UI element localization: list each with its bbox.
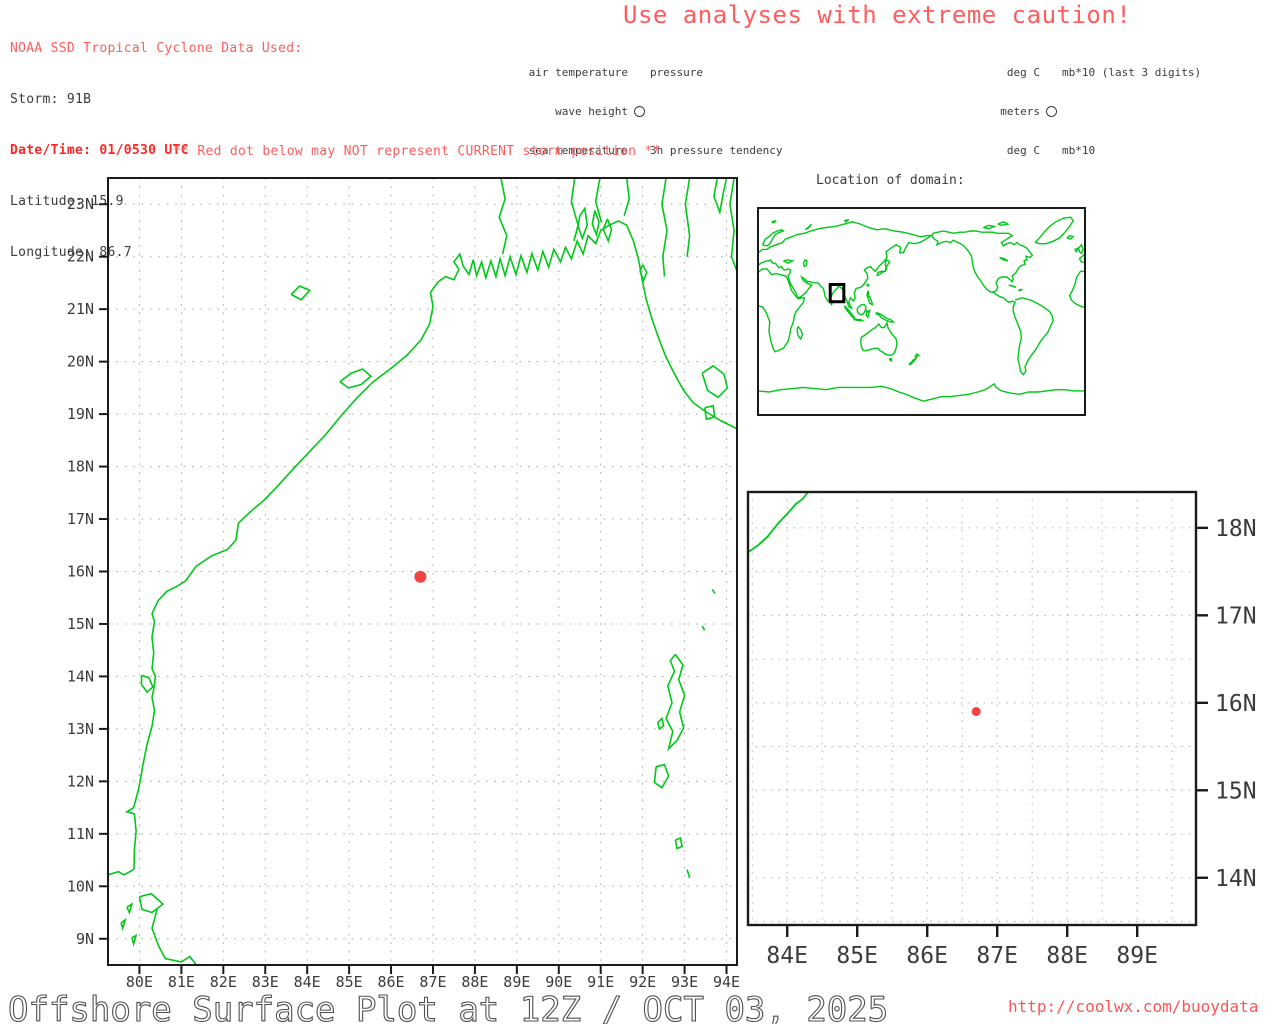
main-map-lat-tick-label: 12N bbox=[67, 772, 94, 790]
main-map-lon-tick-label: 90E bbox=[545, 973, 572, 991]
storm-dot-zoom bbox=[971, 707, 981, 717]
zoom-map-lon-tick-label: 86E bbox=[906, 943, 948, 969]
plot-title: Offshore Surface Plot at 12Z / OCT 03, 2… bbox=[7, 989, 889, 1024]
main-map-lon-tick-label: 80E bbox=[126, 973, 153, 991]
main-map-lon-tick-label: 93E bbox=[671, 973, 698, 991]
main-map-lat-tick-label: 17N bbox=[67, 510, 94, 528]
zoom-map-lat-tick-label: 15N bbox=[1215, 778, 1257, 804]
zoom-map-lat-tick-label: 14N bbox=[1215, 866, 1257, 892]
main-map-lat-tick-label: 20N bbox=[67, 353, 94, 371]
main-map-lat-tick-label: 14N bbox=[67, 667, 94, 685]
main-map-lon-tick-label: 88E bbox=[461, 973, 488, 991]
main-map-lon-tick-label: 83E bbox=[252, 973, 279, 991]
zoom-map-lat-tick-label: 18N bbox=[1215, 516, 1257, 542]
main-map-lat-tick-label: 23N bbox=[67, 195, 94, 213]
main-map-lon-tick-label: 94E bbox=[713, 973, 740, 991]
main-map-lat-tick-label: 16N bbox=[67, 563, 94, 581]
site-url-link[interactable]: http://coolwx.com/buoydata bbox=[1008, 997, 1258, 1016]
zoom-map-lat-tick-label: 16N bbox=[1215, 691, 1257, 717]
zoom-map-lon-tick-label: 89E bbox=[1116, 943, 1158, 969]
zoom-map-lon-tick-label: 84E bbox=[766, 943, 808, 969]
main-map-lat-tick-label: 19N bbox=[67, 405, 94, 423]
main-map: 80E 81E 82E 83E 84E 85E 86E 87E 88E 89E 90E 91E 92E 9… bbox=[67, 177, 740, 991]
main-map-lat-tick-label: 18N bbox=[67, 458, 94, 476]
main-map-lat-tick-label: 13N bbox=[67, 720, 94, 738]
zoom-map-lon-tick-label: 88E bbox=[1046, 943, 1088, 969]
main-map-lon-tick-label: 85E bbox=[336, 973, 363, 991]
main-map-lat-tick-label: 15N bbox=[67, 615, 94, 633]
zoom-map-lat-tick-label: 17N bbox=[1215, 603, 1257, 629]
main-map-lon-tick-label: 87E bbox=[419, 973, 446, 991]
zoom-map-lon-tick-label: 87E bbox=[976, 943, 1018, 969]
main-map-lat-tick-label: 21N bbox=[67, 300, 94, 318]
world-inset-map bbox=[757, 207, 1086, 416]
main-map-lon-tick-label: 89E bbox=[503, 973, 530, 991]
main-map-lat-tick-label: 9N bbox=[76, 930, 94, 948]
world-coastline bbox=[758, 216, 1085, 402]
world-inset-frame bbox=[757, 207, 1086, 416]
main-map-lat-tick-label: 10N bbox=[67, 877, 94, 895]
storm-dot-main bbox=[414, 570, 427, 583]
zoom-map: 84E 85E 86E 87E 88E 89E 18N 17N 16N 15N 14N bbox=[746, 490, 1257, 969]
plot-canvas: 80E 81E 82E 83E 84E 85E 86E 87E 88E 89E 90E 91E 92E 9… bbox=[67, 177, 1257, 991]
main-map-lon-tick-label: 84E bbox=[294, 973, 321, 991]
main-map-lon-tick-label: 86E bbox=[378, 973, 405, 991]
main-map-lon-tick-label: 82E bbox=[210, 973, 237, 991]
main-map-lat-tick-label: 22N bbox=[67, 248, 94, 266]
zoom-map-lon-tick-label: 85E bbox=[836, 943, 878, 969]
buoy-plot-page: NOAA SSD Tropical Cyclone Data Used: Sto… bbox=[0, 0, 1280, 1024]
main-map-lon-tick-label: 91E bbox=[587, 973, 614, 991]
coastline bbox=[748, 492, 809, 554]
zoom-map-frame bbox=[746, 490, 1198, 927]
main-map-lon-tick-label: 81E bbox=[168, 973, 195, 991]
main-map-lon-tick-label: 92E bbox=[629, 973, 656, 991]
main-map-lat-tick-label: 11N bbox=[67, 825, 94, 843]
